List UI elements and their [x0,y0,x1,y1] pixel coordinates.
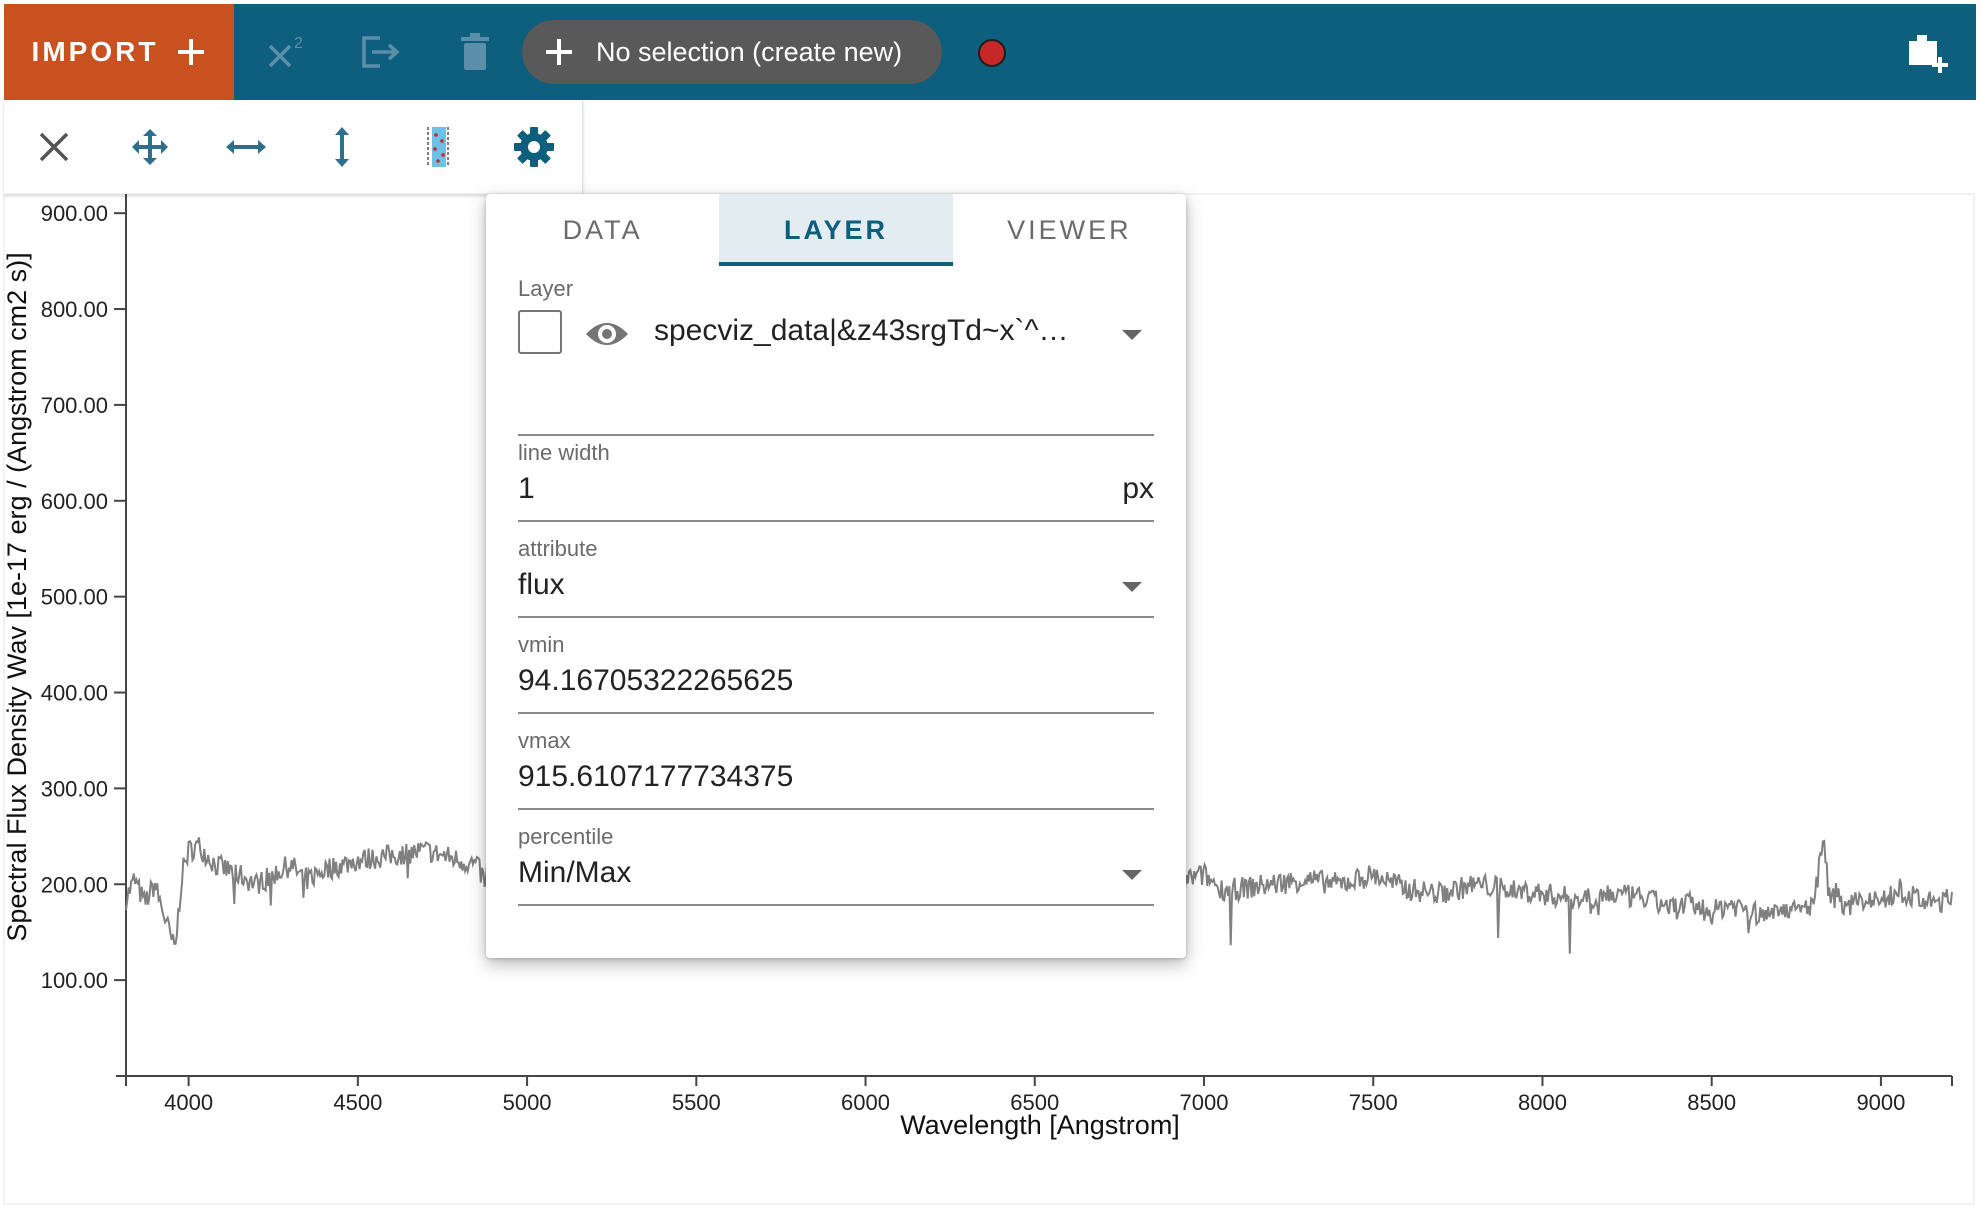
vmax-label: vmax [518,728,571,753]
vmin-underline [518,712,1154,714]
layer-checkbox[interactable] [518,310,562,354]
layer-value: specviz_data|&z43srgTd~x`^… [654,314,1069,347]
plot-options-panel: DATA LAYER VIEWER Layer specviz_data|&z4… [486,194,1186,958]
tab-data[interactable]: DATA [486,194,719,266]
chevron-down-icon [1122,870,1142,880]
vmax-underline [518,808,1154,810]
x-tick-label: 7500 [1349,1090,1398,1115]
x-tick-label: 7000 [1180,1090,1229,1115]
x-tick-label: 8500 [1687,1090,1736,1115]
y-axis-label: Spectral Flux Density Wav [1e-17 erg / (… [2,252,32,941]
y-tick-label: 800.00 [41,297,108,322]
percentile-underline [518,904,1154,906]
x-axis-label: Wavelength [Angstrom] [900,1110,1180,1140]
layer-label: Layer [518,276,574,301]
y-tick-label: 100.00 [41,968,108,993]
y-tick-label: 400.00 [41,681,108,706]
attribute-value: flux [518,568,565,601]
x-tick-label: 4000 [164,1090,213,1115]
x-tick-label: 9000 [1856,1090,1905,1115]
eye-icon[interactable] [584,318,630,350]
vmax-field[interactable]: vmax 915.6107177734375 [518,728,1154,810]
tab-viewer[interactable]: VIEWER [953,194,1186,266]
vmin-field[interactable]: vmin 94.16705322265625 [518,632,1154,714]
line-width-field[interactable]: line width 1 px [518,440,1154,522]
x-tick-label: 5000 [503,1090,552,1115]
panel-tabs: DATA LAYER VIEWER [486,194,1186,266]
y-axis: 900.00 800.00 700.00 600.00 500.00 400.00 300.… [41,194,127,1076]
tab-layer[interactable]: LAYER [719,194,953,266]
layer-select[interactable]: Layer specviz_data|&z43srgTd~x`^… [518,276,1154,436]
chevron-down-icon [1122,582,1142,592]
line-width-label: line width [518,440,610,465]
line-width-value: 1 [518,472,535,505]
x-tick-label: 4500 [333,1090,382,1115]
vmin-value: 94.16705322265625 [518,664,794,697]
x-tick-label: 6000 [841,1090,890,1115]
percentile-value: Min/Max [518,856,632,889]
line-width-unit: px [1122,472,1154,505]
y-tick-label: 500.00 [41,585,108,610]
vmax-value: 915.6107177734375 [518,760,794,793]
y-tick-label: 300.00 [41,776,108,801]
y-tick-label: 900.00 [41,201,108,226]
percentile-select[interactable]: percentile Min/Max [518,824,1154,906]
percentile-label: percentile [518,824,614,849]
y-tick-label: 600.00 [41,489,108,514]
vmin-label: vmin [518,632,565,657]
x-tick-label: 8000 [1518,1090,1567,1115]
x-tick-label: 5500 [672,1090,721,1115]
line-width-underline [518,520,1154,522]
chevron-down-icon [1122,330,1142,340]
layer-underline [518,434,1154,436]
y-tick-label: 700.00 [41,393,108,418]
attribute-label: attribute [518,536,598,561]
attribute-select[interactable]: attribute flux [518,536,1154,618]
y-tick-label: 200.00 [41,872,108,897]
attribute-underline [518,616,1154,618]
